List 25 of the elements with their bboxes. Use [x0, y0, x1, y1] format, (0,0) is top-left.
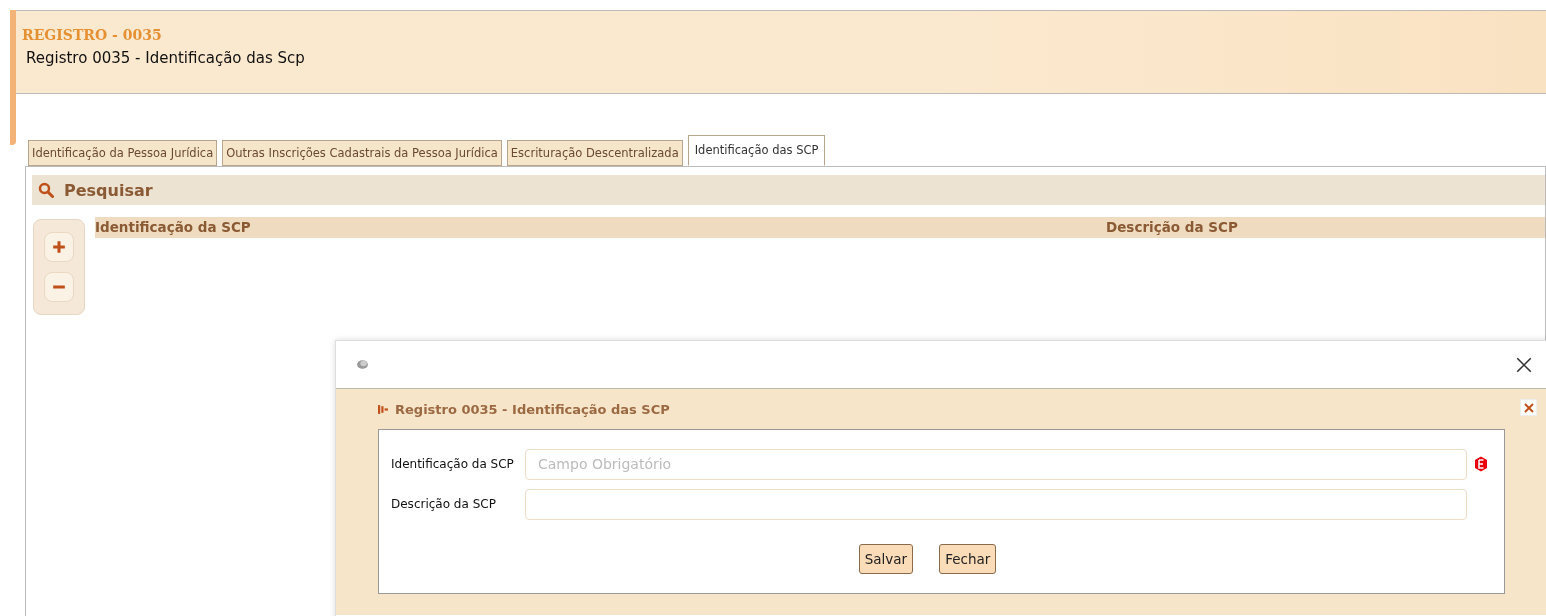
tab[interactable]: Identificação da Pessoa Jurídica	[28, 140, 218, 166]
plus-icon	[52, 240, 66, 254]
dialog-button[interactable]: Salvar	[858, 544, 914, 574]
remove-button[interactable]	[44, 272, 74, 302]
column-header: Identificação da SCP	[95, 218, 252, 237]
field-label: Identificação da SCP	[391, 457, 515, 471]
input-field[interactable]: Campo Obrigatório	[525, 448, 1467, 480]
tab[interactable]: Identificação das SCP	[687, 135, 826, 166]
page-title: Registro 0035 - Identificação das Scp	[26, 49, 306, 67]
tab[interactable]: Outras Inscrições Cadastrais da Pessoa Jurídica	[222, 140, 502, 166]
panel-title: Registro 0035 - Identificação das SCP	[395, 401, 670, 417]
search-icon	[38, 182, 54, 198]
close-icon[interactable]	[1515, 355, 1533, 374]
marker-icon	[378, 403, 389, 415]
register-code: REGISTRO - 0035	[22, 27, 163, 43]
close-button[interactable]	[1520, 399, 1537, 416]
dialog-button[interactable]: Fechar	[939, 544, 997, 574]
add-button[interactable]	[44, 232, 74, 262]
input-field[interactable]	[525, 488, 1467, 520]
field-label: Descrição da SCP	[391, 497, 497, 511]
app-icon	[356, 359, 369, 370]
tab[interactable]: Escrituração Descentralizada	[506, 140, 683, 166]
search-title: Pesquisar	[64, 180, 153, 200]
column-header: Descrição da SCP	[1106, 218, 1238, 237]
search-bar[interactable]: Pesquisar	[32, 175, 1545, 205]
